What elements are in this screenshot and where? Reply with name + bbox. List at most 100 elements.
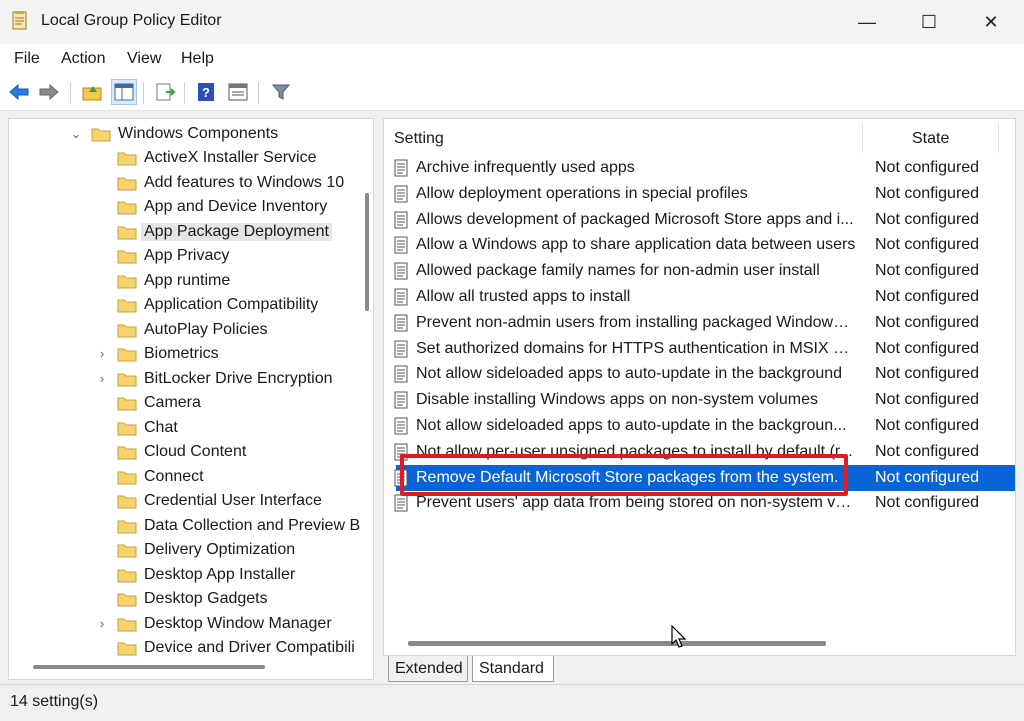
column-divider[interactable] — [998, 123, 999, 153]
setting-name: Archive infrequently used apps — [416, 159, 635, 176]
table-row[interactable]: Allowed package family names for non-adm… — [384, 258, 1015, 284]
table-row[interactable]: Prevent non-admin users from installing … — [384, 310, 1015, 336]
maximize-button[interactable]: ☐ — [898, 0, 960, 44]
settings-list-pane[interactable]: Setting State Archive infrequently used … — [383, 118, 1016, 656]
table-row[interactable]: Allow a Windows app to share application… — [384, 232, 1015, 258]
export-list-button[interactable] — [152, 79, 178, 105]
up-folder-button[interactable] — [79, 79, 105, 105]
status-bar: 14 setting(s) — [0, 684, 1024, 721]
tree-item[interactable]: App and Device Inventory — [9, 196, 359, 220]
filter-button[interactable] — [268, 79, 294, 105]
export-list-icon — [156, 83, 176, 101]
window-title: Local Group Policy Editor — [41, 12, 222, 29]
chevron-right-icon[interactable]: › — [95, 371, 109, 387]
tree-item[interactable]: App Privacy — [9, 245, 359, 269]
tree-item[interactable]: AutoPlay Policies — [9, 319, 359, 343]
setting-state: Not configured — [875, 468, 980, 486]
table-row[interactable]: Set authorized domains for HTTPS authent… — [384, 336, 1015, 362]
table-row[interactable]: Archive infrequently used apps Not config… — [384, 155, 1015, 181]
properties-button[interactable] — [225, 79, 251, 105]
chevron-down-icon[interactable]: ⌄ — [69, 126, 83, 142]
tree-item[interactable]: Application Compatibility — [9, 294, 359, 318]
column-divider[interactable] — [862, 123, 863, 153]
tree-item-label: Biometrics — [144, 345, 219, 362]
tree-item[interactable]: Delivery Optimization — [9, 539, 359, 563]
tree-item-label: AutoPlay Policies — [144, 320, 268, 338]
tree-node-windows-components[interactable]: ⌄ Windows Components — [9, 123, 359, 147]
up-folder-icon — [82, 86, 102, 101]
tree-item[interactable]: Cloud Content — [9, 441, 359, 465]
view-tabs: Extended Standard — [384, 656, 1024, 684]
menu-view[interactable]: View — [127, 50, 161, 68]
tree-item[interactable]: Credential User Interface — [9, 490, 359, 514]
tree-item[interactable]: Desktop Gadgets — [9, 588, 359, 612]
toolbar: ? — [0, 74, 1024, 111]
column-header-setting[interactable]: Setting — [394, 130, 444, 148]
menu-action[interactable]: Action — [61, 50, 105, 68]
table-row[interactable]: Not allow sideloaded apps to auto-update… — [384, 413, 1015, 439]
chevron-right-icon[interactable]: › — [95, 346, 109, 362]
tree-item[interactable]: › Desktop Window Manager — [9, 613, 359, 637]
setting-name: Not allow sideloaded apps to auto-update… — [416, 417, 847, 434]
tab-standard[interactable]: Standard — [472, 656, 554, 682]
tree-item[interactable]: Camera — [9, 392, 359, 416]
toolbar-separator — [184, 82, 185, 104]
table-row[interactable]: Not allow sideloaded apps to auto-update… — [384, 361, 1015, 387]
table-row[interactable]: Allow all trusted apps to install Not con… — [384, 284, 1015, 310]
tree-item-label: Camera — [144, 394, 201, 411]
policy-setting-icon — [394, 365, 408, 383]
tree-item[interactable]: Add features to Windows 10 — [9, 172, 359, 196]
folder-icon — [117, 520, 137, 533]
tree-item-label: Data Collection and Preview B — [144, 516, 361, 534]
minimize-button[interactable]: — — [836, 0, 898, 44]
table-row[interactable]: Allows development of packaged Microsoft… — [384, 207, 1015, 233]
setting-name: Set authorized domains for HTTPS authent… — [416, 339, 856, 357]
close-button[interactable]: ✕ — [960, 0, 1022, 44]
column-header-state[interactable]: State — [912, 130, 949, 148]
back-button[interactable] — [6, 79, 32, 105]
tree-item[interactable]: App Package Deployment — [9, 221, 359, 245]
tree-node-label: Windows Components — [118, 125, 279, 142]
tab-extended[interactable]: Extended — [388, 656, 468, 682]
toolbar-separator — [70, 82, 71, 104]
group-policy-editor-window: Local Group Policy Editor — ☐ ✕ File Act… — [0, 0, 1024, 721]
folder-icon — [117, 544, 137, 558]
tree-item-label: App runtime — [144, 271, 231, 289]
tree-item[interactable]: ActiveX Installer Service — [9, 147, 359, 171]
tree-item[interactable]: › BitLocker Drive Encryption — [9, 368, 359, 392]
menu-help[interactable]: Help — [181, 50, 214, 68]
chevron-right-icon[interactable]: › — [95, 616, 109, 632]
list-horizontal-scrollbar[interactable] — [408, 641, 826, 646]
tree-horizontal-scrollbar[interactable] — [33, 665, 265, 669]
menu-bar: File Action View Help — [0, 44, 1024, 74]
tree-item-label: Credential User Interface — [144, 492, 322, 509]
tree-item[interactable]: App runtime — [9, 270, 359, 294]
help-button[interactable]: ? — [193, 79, 219, 105]
table-row[interactable]: Disable installing Windows apps on non-s… — [384, 387, 1015, 413]
folder-icon — [117, 226, 137, 239]
folder-icon — [117, 201, 137, 215]
tree-item[interactable]: Device and Driver Compatibili — [9, 637, 359, 661]
forward-button[interactable] — [36, 79, 62, 105]
folder-icon — [91, 128, 111, 142]
tree-item[interactable]: › Biometrics — [9, 343, 359, 367]
menu-file[interactable]: File — [14, 50, 40, 68]
tree-vertical-scrollbar[interactable] — [365, 193, 369, 311]
help-icon: ? — [198, 83, 214, 101]
setting-state: Not configured — [875, 262, 980, 280]
tree-pane[interactable]: ⌄ Windows Components ActiveX Installer S… — [8, 118, 374, 680]
setting-name: Prevent non-admin users from installing … — [416, 313, 856, 331]
tree-item[interactable]: Chat — [9, 417, 359, 441]
show-hide-tree-button[interactable] — [111, 79, 137, 105]
setting-name: Allows development of packaged Microsoft… — [416, 210, 854, 228]
tree-item[interactable]: Connect — [9, 466, 359, 490]
setting-state: Not configured — [875, 313, 980, 331]
tree-item[interactable]: Desktop App Installer — [9, 564, 359, 588]
setting-name: Allowed package family names for non-adm… — [416, 262, 820, 280]
folder-icon — [117, 397, 137, 411]
tree-item[interactable]: Data Collection and Preview B — [9, 515, 360, 539]
tree-item-label: App Package Deployment — [141, 222, 332, 241]
table-row[interactable]: Allow deployment operations in special p… — [384, 181, 1015, 207]
policy-setting-icon — [394, 417, 408, 435]
title-bar[interactable]: Local Group Policy Editor — ☐ ✕ — [0, 0, 1024, 44]
